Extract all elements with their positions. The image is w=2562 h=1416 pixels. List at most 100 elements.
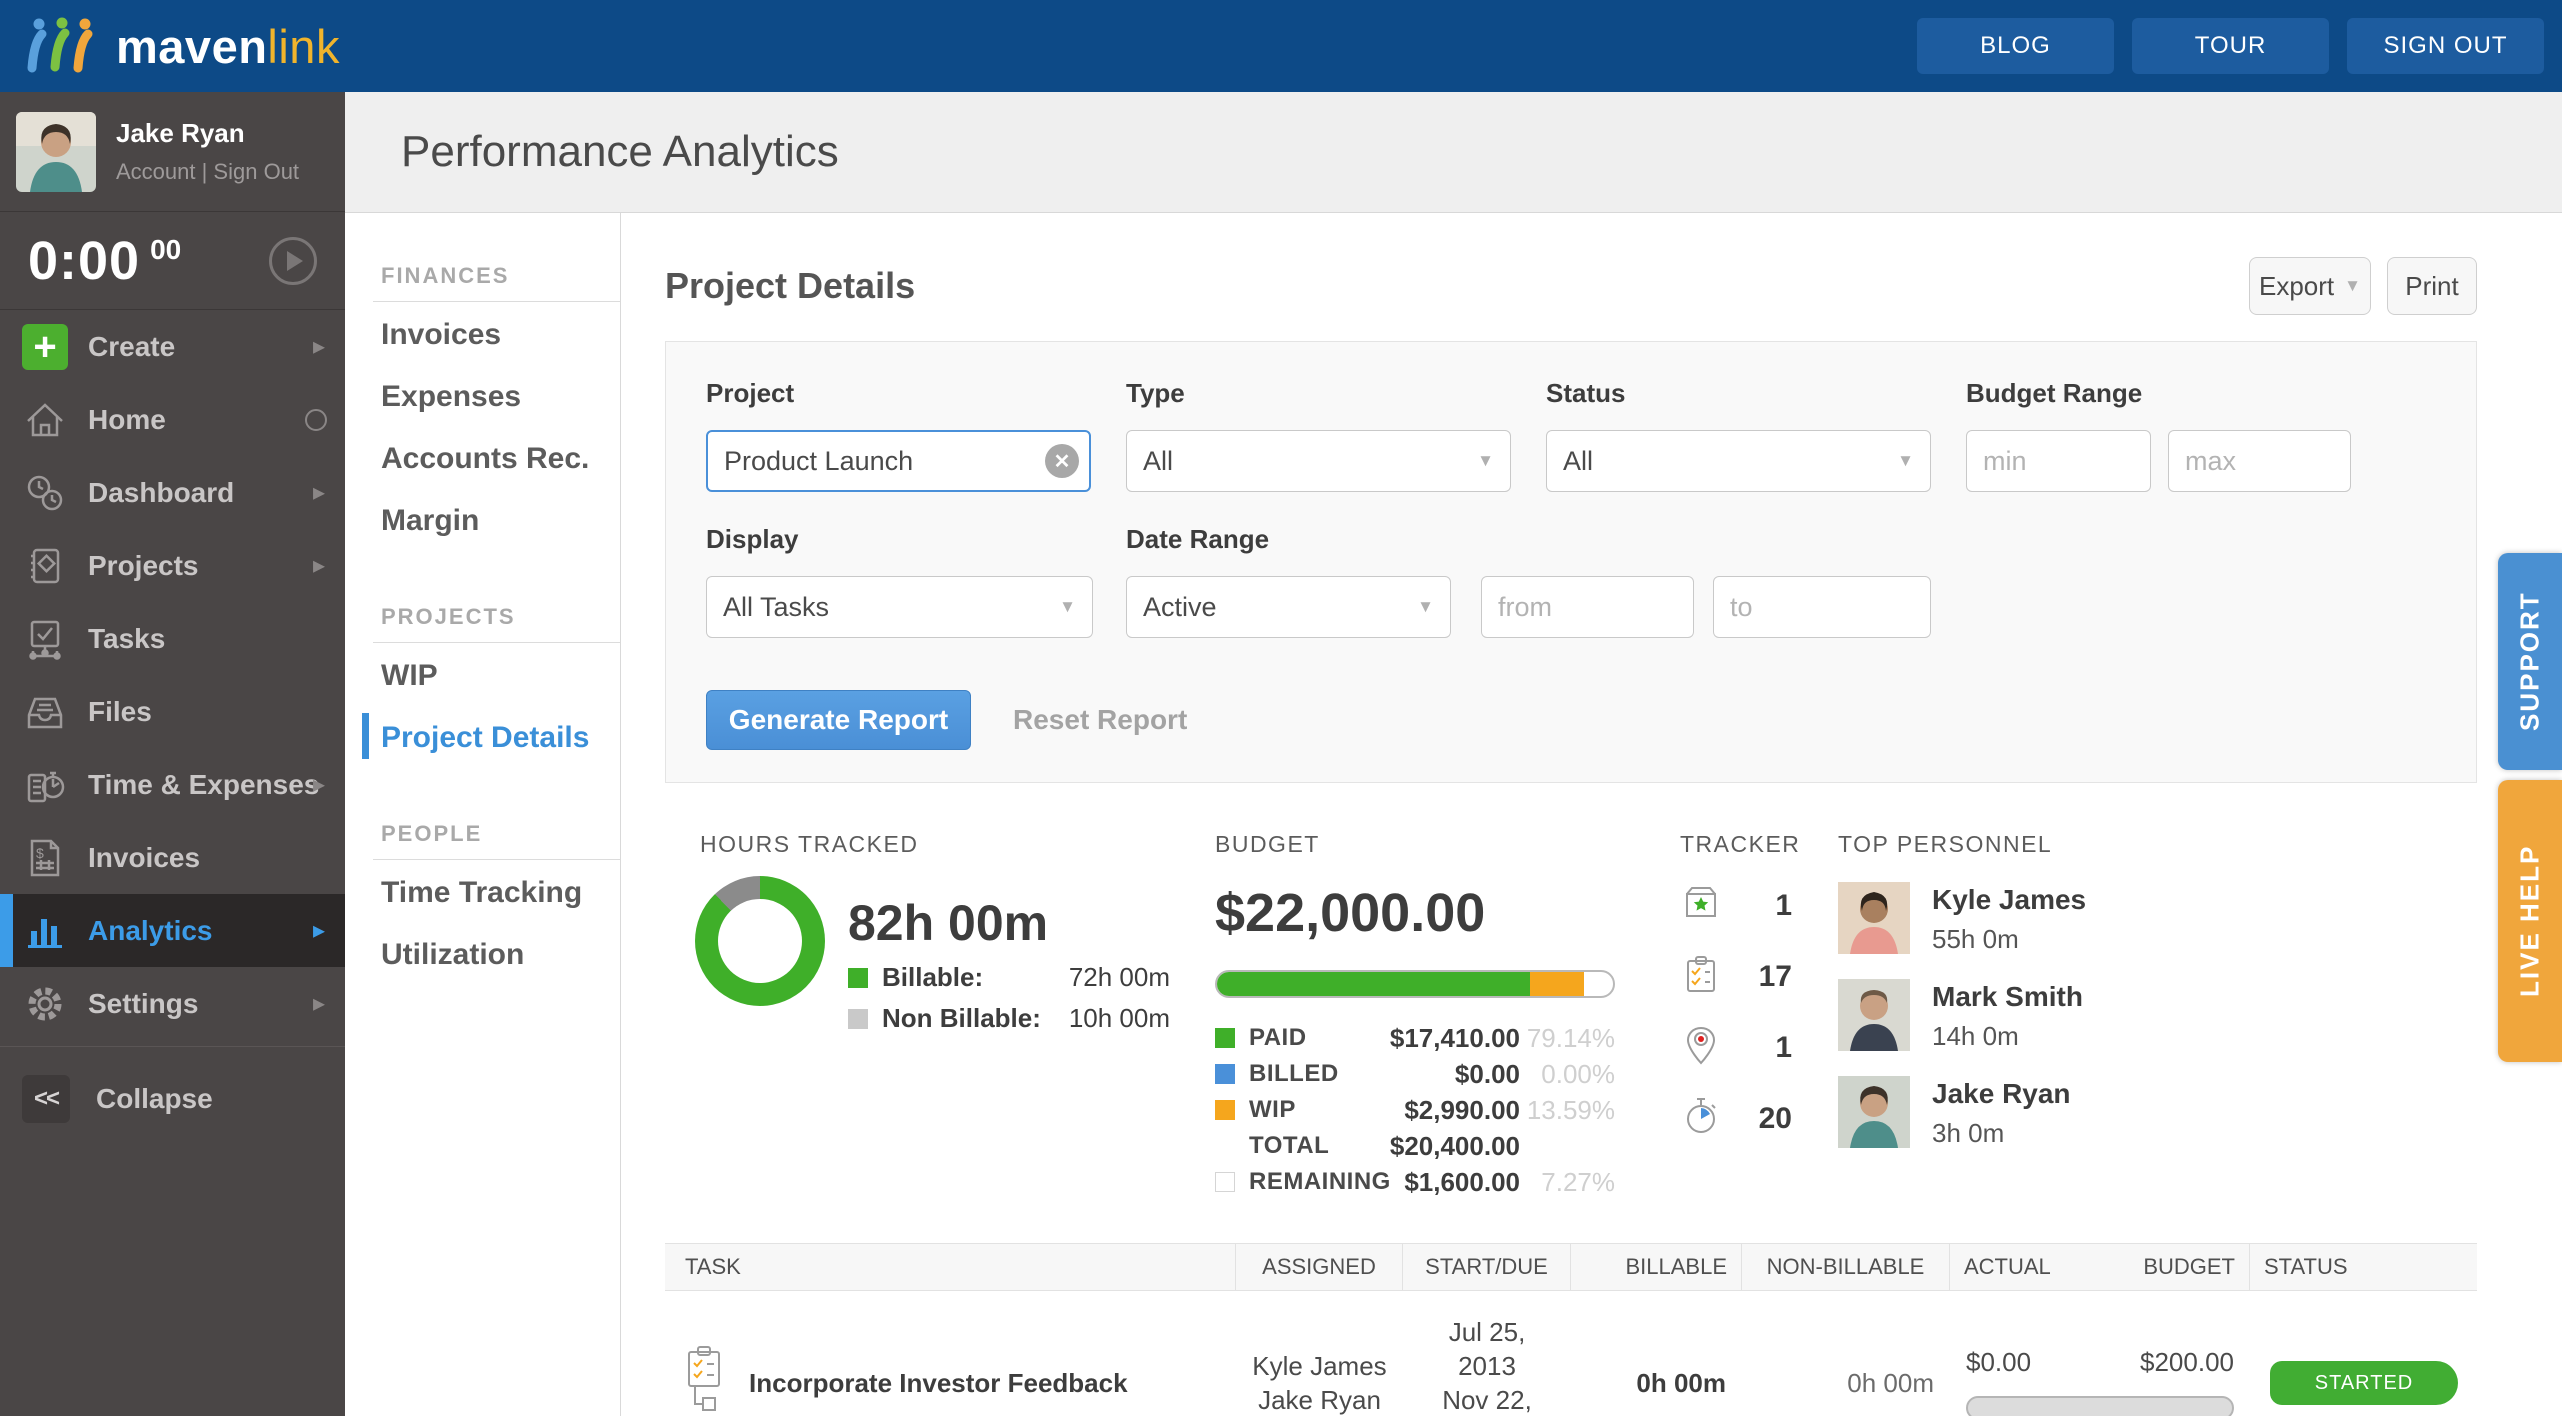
task-name[interactable]: Incorporate Investor Feedback [749, 1368, 1128, 1399]
sidebar-item-settings[interactable]: Settings ▸ [0, 967, 345, 1040]
sidebar-item-create[interactable]: + Create ▸ [0, 310, 345, 383]
subnav-item-utilization[interactable]: Utilization [381, 922, 620, 984]
sign-out-button[interactable]: SIGN OUT [2347, 18, 2544, 74]
status-label: Status [1546, 378, 1626, 408]
analytics-icon [22, 908, 68, 954]
tour-button[interactable]: TOUR [2132, 18, 2329, 74]
stopwatch-icon [1680, 1095, 1722, 1142]
col-start-due[interactable]: START/DUE [1403, 1244, 1571, 1290]
print-button[interactable]: Print [2387, 257, 2477, 315]
date-from-input[interactable] [1481, 576, 1694, 638]
non-billable-swatch [848, 1008, 868, 1029]
subnav-item-expenses[interactable]: Expenses [381, 364, 620, 426]
type-select[interactable]: All ▼ [1126, 430, 1511, 492]
budget-bar-wip [1530, 972, 1585, 996]
sidebar-item-projects[interactable]: Projects ▸ [0, 529, 345, 602]
subnav-item-accounts-rec[interactable]: Accounts Rec. [381, 426, 620, 488]
date-range-select[interactable]: Active ▼ [1126, 576, 1451, 638]
col-non-billable[interactable]: NON-BILLABLE [1742, 1244, 1950, 1290]
col-task[interactable]: TASK [665, 1244, 1236, 1290]
chevron-right-icon: ▸ [312, 990, 325, 1017]
status-badge: STARTED [2270, 1361, 2458, 1405]
display-select[interactable]: All Tasks ▼ [706, 576, 1093, 638]
export-button[interactable]: Export ▼ [2249, 257, 2371, 315]
sidebar-menu: + Create ▸ Home Dashboard ▸ Projects ▸ T… [0, 310, 345, 1040]
summary-stats: HOURS TRACKED 82h 00m Billable: 72h 00m … [665, 831, 2477, 1197]
subnav-item-time-tracking[interactable]: Time Tracking [381, 860, 620, 922]
status-select[interactable]: All ▼ [1546, 430, 1931, 492]
subnav-item-wip[interactable]: WIP [381, 643, 620, 705]
svg-text:$: $ [36, 845, 44, 861]
col-actual-budget[interactable]: ACTUAL BUDGET [1950, 1244, 2250, 1290]
project-label: Project [706, 378, 795, 408]
task-start-due: Jul 25, 2013 Nov 22, 2013 [1442, 1317, 1532, 1415]
milestone-box-icon [1680, 882, 1722, 929]
files-icon [22, 689, 68, 735]
generate-report-button[interactable]: Generate Report [706, 690, 971, 750]
task-billable: 0h 00m [1636, 1367, 1726, 1398]
sidebar-item-home[interactable]: Home [0, 383, 345, 456]
task-type-icon [681, 1344, 733, 1416]
tracker-time-entries: 20 [1680, 1095, 1792, 1142]
task-budget-bar [1966, 1395, 2234, 1416]
sidebar-item-analytics[interactable]: Analytics ▸ [0, 894, 345, 967]
avatar [1838, 1076, 1910, 1148]
play-icon [287, 250, 303, 271]
sidebar-item-tasks[interactable]: Tasks [0, 602, 345, 675]
task-table: TASK ASSIGNED START/DUE BILLABLE NON-BIL… [665, 1243, 2477, 1416]
paid-row: PAID $17,410.00 79.14% [1215, 1020, 1615, 1056]
task-actual: $0.00 [1966, 1346, 2032, 1377]
tracker-milestones: 1 [1680, 882, 1792, 929]
task-budget: $200.00 [2140, 1346, 2234, 1377]
timer-play-button[interactable] [269, 236, 317, 285]
time-expenses-icon [22, 762, 68, 808]
clear-input-icon[interactable]: ✕ [1045, 444, 1079, 478]
blog-button[interactable]: BLOG [1917, 18, 2114, 74]
location-pin-icon [1680, 1024, 1722, 1071]
gear-icon [22, 981, 68, 1027]
col-billable[interactable]: BILLABLE [1571, 1244, 1742, 1290]
avatar [1838, 979, 1910, 1051]
subnav-item-project-details[interactable]: Project Details [362, 705, 620, 767]
sidebar-item-dashboard[interactable]: Dashboard ▸ [0, 456, 345, 529]
col-assigned[interactable]: ASSIGNED [1236, 1244, 1403, 1290]
tracker-locations: 1 [1680, 1024, 1792, 1071]
table-row[interactable]: Incorporate Investor Feedback Kyle James… [665, 1291, 2477, 1416]
billable-swatch [848, 967, 868, 988]
budget-total: $22,000.00 [1215, 883, 1486, 943]
user-profile-box: Jake Ryan Account | Sign Out [0, 92, 345, 212]
hours-tracked-label: HOURS TRACKED [700, 831, 919, 857]
report-title: Project Details [665, 265, 916, 306]
project-input[interactable] [706, 430, 1091, 492]
subnav-item-invoices[interactable]: Invoices [381, 302, 620, 364]
sidebar-item-time-expenses[interactable]: Time & Expenses ▸ [0, 748, 345, 821]
subnav-item-margin[interactable]: Margin [381, 488, 620, 550]
support-tab[interactable]: SUPPORT [2498, 553, 2562, 770]
chevron-right-icon: ▸ [312, 552, 325, 579]
hours-donut [695, 876, 825, 1006]
reset-report-button[interactable]: Reset Report [1013, 704, 1187, 736]
tracker-block: TRACKER 1 17 1 20 [1680, 831, 1799, 1142]
sidebar-item-invoices[interactable]: $ Invoices [0, 821, 345, 894]
sidebar-item-files[interactable]: Files [0, 675, 345, 748]
mavenlink-logo[interactable]: mavenlink [26, 16, 340, 76]
wip-row: WIP $2,990.00 13.59% [1215, 1092, 1615, 1128]
dashboard-icon [22, 470, 68, 516]
timer-seconds: 00 [150, 233, 182, 265]
invoices-icon: $ [22, 835, 68, 881]
main-content: Project Details Export ▼ Print Project P… [621, 213, 2562, 1416]
budget-min-input[interactable] [1966, 430, 2151, 492]
date-to-input[interactable] [1713, 576, 1931, 638]
chevron-down-icon: ▼ [1897, 451, 1914, 470]
collapse-icon: << [22, 1075, 70, 1123]
budget-max-input[interactable] [2168, 430, 2351, 492]
budget-label: BUDGET [1215, 831, 1320, 857]
account-signout-links[interactable]: Account | Sign Out [116, 159, 299, 185]
date-range-label: Date Range [1126, 524, 1270, 554]
mavenlink-people-icon [26, 16, 102, 76]
user-avatar[interactable] [16, 111, 96, 192]
col-status[interactable]: STATUS [2250, 1244, 2477, 1290]
collapse-sidebar-button[interactable]: << Collapse [0, 1075, 345, 1123]
plus-icon: + [22, 323, 68, 370]
live-help-tab[interactable]: LIVE HELP [2498, 780, 2562, 1062]
